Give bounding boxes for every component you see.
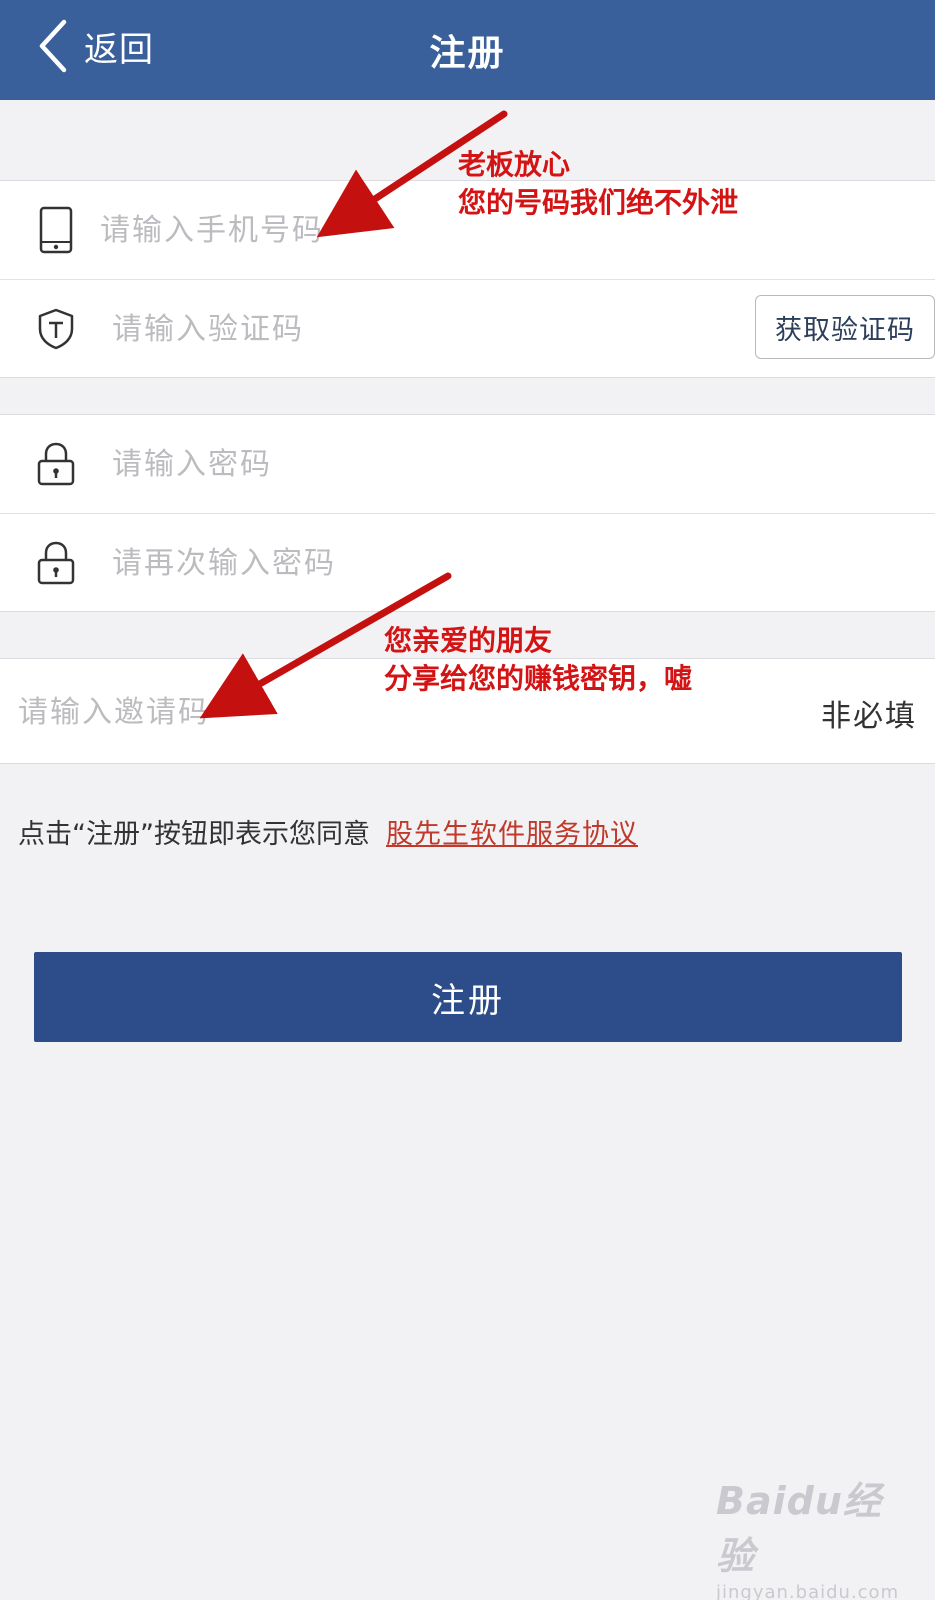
optional-label: 非必填 (821, 699, 917, 734)
verify-row: 获取验证码 (0, 279, 935, 377)
password-confirm-row (0, 513, 935, 611)
invite-annotation: 您亲爱的朋友 分享给您的赚钱密钥，嘘 (384, 622, 692, 698)
shield-t-icon (30, 280, 82, 378)
password-input[interactable] (112, 439, 872, 489)
phone-annotation: 老板放心 您的号码我们绝不外泄 (458, 146, 738, 222)
verification-code-input[interactable] (112, 304, 712, 354)
password-group (0, 414, 935, 612)
watermark-main: Baidu经验 (716, 1479, 882, 1578)
page-title: 注册 (429, 33, 506, 74)
lock-icon (30, 415, 82, 513)
watermark-sub: jingyan.baidu.com (716, 1582, 900, 1600)
top-nav-bar: 返回 注册 (0, 0, 935, 100)
register-button[interactable]: 注册 (34, 952, 902, 1042)
invite-annotation-line2: 分享给您的赚钱密钥，嘘 (384, 662, 693, 695)
invite-annotation-line1: 您亲爱的朋友 (384, 624, 553, 657)
agreement-text: 点击“注册”按钮即表示您同意 股先生软件服务协议 (18, 812, 638, 851)
password-confirm-input[interactable] (112, 538, 872, 588)
password-row (0, 415, 935, 513)
baidu-watermark: Baidu经验 jingyan.baidu.com (716, 1470, 900, 1600)
phone-annotation-line1: 老板放心 (458, 148, 571, 181)
terms-link[interactable]: 股先生软件服务协议 (386, 819, 638, 850)
agreement-prefix: 点击“注册”按钮即表示您同意 (18, 819, 370, 850)
lock-icon (30, 514, 82, 612)
phone-annotation-line2: 您的号码我们绝不外泄 (458, 186, 739, 219)
phone-icon (30, 181, 82, 279)
get-code-button[interactable]: 获取验证码 (755, 295, 935, 359)
